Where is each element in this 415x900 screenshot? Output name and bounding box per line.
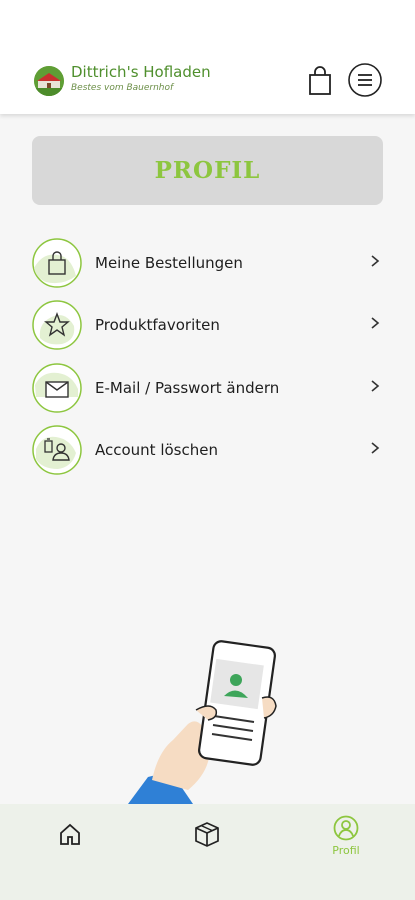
menu-item-label: Produktfavoriten [95, 316, 220, 334]
page-title: PROFIL [154, 157, 261, 184]
menu-button[interactable] [348, 63, 382, 97]
box-icon [195, 822, 219, 847]
menu-item-label: Account löschen [95, 441, 218, 459]
cart-button[interactable] [306, 66, 334, 96]
delete-user-icon [32, 425, 82, 475]
menu-item-delete-account[interactable]: Account löschen [32, 425, 383, 477]
app-header: Dittrich's Hofladen Bestes vom Bauernhof [0, 0, 415, 114]
farm-logo-icon[interactable] [34, 66, 64, 96]
shopping-bag-icon [32, 238, 82, 288]
envelope-icon [32, 363, 82, 413]
chevron-right-icon [371, 317, 380, 329]
hamburger-menu-icon [348, 63, 382, 97]
brand-subtitle: Bestes vom Bauernhof [71, 83, 174, 93]
home-icon [60, 823, 80, 845]
hand-phone-illustration [128, 640, 277, 804]
nav-item-home[interactable] [30, 804, 110, 876]
menu-item-orders[interactable]: Meine Bestellungen [32, 238, 383, 290]
nav-item-profile[interactable]: Profil [306, 804, 386, 876]
profile-icon [333, 815, 359, 841]
menu-item-email-password[interactable]: E-Mail / Passwort ändern [32, 363, 383, 415]
star-icon [32, 300, 82, 350]
nav-item-products[interactable] [167, 804, 247, 876]
chevron-right-icon [371, 380, 380, 392]
page-title-banner: PROFIL [32, 136, 383, 205]
bottom-navigation: Profil [0, 804, 415, 900]
brand-title[interactable]: Dittrich's Hofladen [71, 63, 211, 81]
menu-item-favorites[interactable]: Produktfavoriten [32, 300, 383, 352]
chevron-right-icon [371, 255, 380, 267]
menu-item-label: E-Mail / Passwort ändern [95, 379, 280, 397]
nav-item-label: Profil [332, 844, 360, 857]
shopping-bag-icon [309, 66, 331, 95]
chevron-right-icon [371, 442, 380, 454]
menu-item-label: Meine Bestellungen [95, 254, 243, 272]
